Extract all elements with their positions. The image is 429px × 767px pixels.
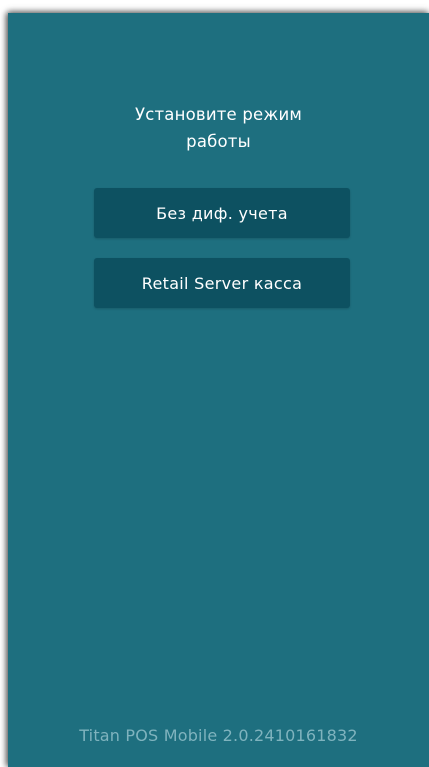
mode-button-label: Retail Server касса: [141, 273, 303, 293]
mode-button-label: Без диф. учета: [156, 203, 288, 223]
mode-button-retail-server[interactable]: Retail Server касса: [94, 258, 350, 308]
app-version-label: Titan POS Mobile 2.0.2410161832: [79, 726, 358, 745]
mode-button-no-diff-accounting[interactable]: Без диф. учета: [94, 188, 350, 238]
page-title-line-1: Установите режим: [134, 105, 303, 124]
page-title-line-2: работы: [186, 132, 251, 151]
device-frame: Установите режим работы Без диф. учета R…: [0, 0, 429, 767]
mode-selection-screen: Установите режим работы Без диф. учета R…: [8, 13, 429, 767]
page-title: Установите режим работы: [8, 101, 429, 155]
